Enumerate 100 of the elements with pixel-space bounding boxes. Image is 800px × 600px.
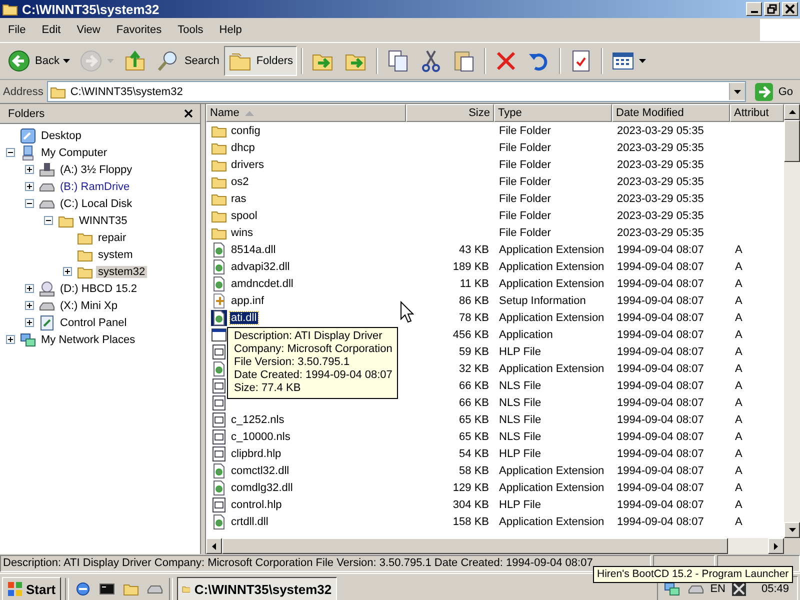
file-date: 2023-03-29 05:35 [617, 210, 704, 222]
expand-toggle[interactable] [61, 267, 74, 276]
file-size: 456 KB [452, 328, 489, 340]
file-date: 2023-03-29 05:35 [617, 158, 704, 170]
vertical-scrollbar[interactable] [784, 104, 800, 538]
scroll-down-arrow-icon [788, 528, 796, 532]
go-button[interactable]: Go [750, 82, 797, 102]
expand-toggle[interactable] [23, 284, 36, 293]
tooltip-line: Size: 77.4 KB [234, 382, 302, 395]
file-name: c_1252.nls [230, 414, 286, 426]
file-type: HLP File [499, 498, 541, 510]
file-size: 304 KB [452, 498, 489, 510]
tree-item[interactable]: system [96, 248, 135, 260]
cd-drive-icon [39, 280, 55, 296]
tree-item[interactable]: (X:) Mini Xp [58, 300, 120, 312]
sort-arrow-icon [245, 110, 254, 116]
file-date: 1994-09-04 08:07 [617, 362, 704, 374]
scroll-up-arrow-icon [788, 110, 796, 114]
address-label: Address [3, 86, 44, 98]
expand-toggle[interactable] [23, 165, 36, 174]
file-size: 58 KB [459, 464, 489, 476]
file-type: Application Extension [499, 244, 604, 256]
column-header[interactable]: Attribut [730, 104, 784, 122]
collapse-toggle[interactable] [23, 199, 36, 208]
collapse-toggle[interactable] [42, 216, 55, 225]
file-size: 11 KB [460, 278, 489, 290]
file-attributes: A [735, 498, 742, 510]
file-name: ati.dll [230, 312, 258, 324]
file-name: config [230, 124, 262, 136]
toolbar-button[interactable]: Folders [224, 46, 298, 76]
expand-toggle[interactable] [23, 301, 36, 310]
file-attributes: A [735, 414, 742, 426]
tree-item[interactable]: (A:) 3½ Floppy [58, 164, 134, 176]
minimize-button[interactable] [746, 2, 762, 16]
file-type: Application Extension [499, 260, 604, 272]
file-type: Application [499, 328, 553, 340]
menu-item[interactable]: Favorites [108, 20, 170, 40]
tools-icon [731, 581, 748, 597]
file-size: 78 KB [459, 312, 489, 324]
file-date: 2023-03-29 05:35 [617, 124, 704, 136]
address-field[interactable]: C:\WINNT35\system32 [47, 81, 746, 102]
toolbar-button[interactable]: Back [3, 46, 74, 76]
dropdown-button[interactable] [729, 83, 746, 100]
browser-icon [74, 581, 91, 597]
copy-icon [386, 49, 410, 73]
expand-toggle[interactable] [4, 335, 17, 344]
clock: 05:49 [761, 583, 789, 595]
tree-item[interactable]: Control Panel [58, 316, 129, 328]
menu-item[interactable]: Edit [34, 20, 69, 40]
tree-item[interactable]: Desktop [39, 130, 84, 142]
close-button[interactable] [183, 108, 194, 119]
scroll-thumb[interactable] [784, 120, 800, 162]
file-attributes: A [735, 260, 742, 272]
folder-up-arrow-icon [123, 49, 148, 73]
tree-item[interactable]: (C:) Local Disk [58, 198, 134, 210]
menu-item[interactable]: Help [211, 20, 250, 40]
file-size: 129 KB [452, 482, 489, 494]
column-header[interactable]: Size [406, 104, 494, 122]
tooltip-line: Description: ATI Display Driver [234, 330, 384, 343]
tree-item[interactable]: repair [96, 232, 128, 244]
toolbar-button[interactable]: Search [152, 46, 224, 76]
floppy-drive-icon [39, 162, 55, 178]
file-attributes: A [735, 294, 742, 306]
file-date: 2023-03-29 05:35 [617, 176, 704, 188]
taskbar-button[interactable]: C:\WINNT35\system32 [176, 577, 337, 600]
file-name: dhcp [230, 142, 256, 154]
file-date: 1994-09-04 08:07 [617, 448, 704, 460]
column-header[interactable]: Name [206, 104, 406, 122]
tree-item[interactable]: system32 [96, 266, 148, 278]
file-date: 1994-09-04 08:07 [617, 312, 704, 324]
tree-item[interactable]: (D:) HBCD 15.2 [58, 282, 140, 294]
menu-item[interactable]: View [68, 20, 108, 40]
file-type: NLS File [499, 430, 542, 442]
file-name: amdncdet.dll [230, 278, 294, 290]
column-header[interactable]: Date Modified [612, 104, 730, 122]
file-attributes: A [735, 380, 742, 392]
tree-item[interactable]: (B:) RamDrive [58, 180, 132, 192]
language-indicator[interactable]: EN [710, 583, 726, 595]
file-type: NLS File [499, 380, 542, 392]
expand-toggle[interactable] [23, 318, 36, 327]
file-name: 8514a.dll [230, 244, 277, 256]
expand-toggle[interactable] [23, 182, 36, 191]
file-type: File Folder [499, 226, 551, 238]
file-date: 1994-09-04 08:07 [617, 430, 704, 442]
start-button[interactable]: Start [2, 577, 61, 600]
collapse-toggle[interactable] [4, 148, 17, 157]
menu-item[interactable]: File [0, 20, 34, 40]
tooltip-line: Date Created: 1994-09-04 08:07 [234, 369, 392, 382]
restore-button[interactable] [764, 2, 780, 16]
tree-item[interactable]: My Computer [39, 146, 110, 158]
file-date: 1994-09-04 08:07 [617, 328, 704, 340]
file-attributes: A [735, 396, 742, 408]
menu-item[interactable]: Tools [170, 20, 212, 40]
window-title: C:\WINNT35\system32 [22, 2, 160, 16]
column-header[interactable]: Type [494, 104, 612, 122]
tree-item[interactable]: WINNT35 [77, 214, 130, 226]
tree-item[interactable]: My Network Places [39, 334, 138, 346]
file-type: File Folder [499, 142, 551, 154]
file-type: Setup Information [499, 294, 586, 306]
file-name: comdlg32.dll [230, 482, 294, 494]
